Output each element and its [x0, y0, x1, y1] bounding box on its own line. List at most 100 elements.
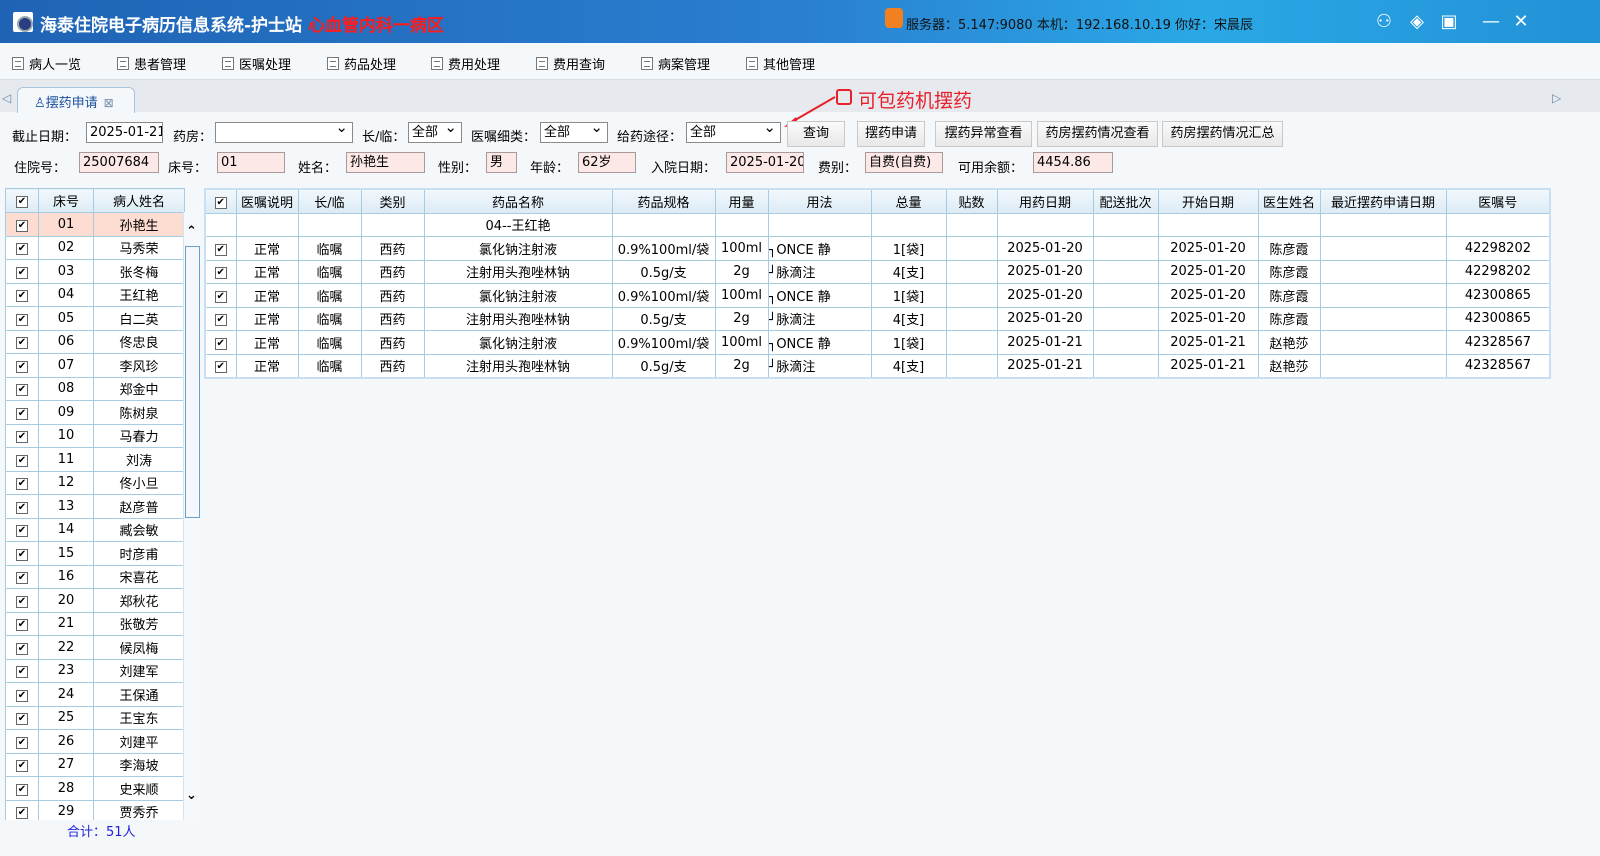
col-header[interactable]: 类别 [360, 188, 425, 214]
row-checkbox[interactable]: ✔ [5, 752, 39, 777]
row-checkbox[interactable]: ✔ [5, 564, 39, 589]
row-checkbox[interactable]: ✔ [5, 400, 39, 425]
row-checkbox[interactable]: ✔ [5, 705, 39, 730]
row-checkbox[interactable]: ✔ [5, 306, 39, 331]
row-checkbox[interactable]: ✔ [5, 541, 39, 566]
patient-row[interactable]: ✔ 13 赵彦普 [5, 494, 185, 519]
col-header[interactable]: 用法 [767, 188, 872, 214]
patient-row[interactable]: ✔ 29 贾秀乔 [5, 799, 185, 820]
select-all-checkbox[interactable]: ✔ [5, 188, 39, 213]
row-checkbox[interactable]: ✔ [5, 588, 39, 613]
row-checkbox[interactable]: ✔ [5, 658, 39, 683]
patient-row[interactable]: ✔ 21 张敬芳 [5, 611, 185, 636]
row-checkbox[interactable]: ✔ [204, 353, 237, 378]
patient-row[interactable]: ✔ 28 史来顺 [5, 776, 185, 801]
patient-row[interactable]: ✔ 03 张冬梅 [5, 259, 185, 284]
patient-row[interactable]: ✔ 25 王宝东 [5, 705, 185, 730]
row-checkbox[interactable]: ✔ [5, 376, 39, 401]
pharmacy-select[interactable] [215, 122, 353, 143]
scroll-up-icon[interactable]: ⌃ [186, 224, 197, 239]
menu-item-2[interactable]: 医嘱处理 [222, 54, 291, 73]
minimize-icon[interactable]: — [1480, 11, 1502, 33]
row-checkbox[interactable]: ✔ [5, 635, 39, 660]
row-checkbox[interactable]: ✔ [5, 799, 39, 820]
order-row[interactable]: ✔ 正常 临嘱 西药 氯化钠注射液 0.9%100ml/袋 100ml ┐ONCE 静 1[袋]… [204, 283, 1551, 308]
patient-row[interactable]: ✔ 15 时彦甫 [5, 541, 185, 566]
end-date-input[interactable]: 2025-01-21 [86, 122, 163, 143]
patient-row[interactable]: ✔ 01 孙艳生 [5, 212, 185, 237]
col-header[interactable]: 总量 [870, 188, 947, 214]
patient-list-scrollbar[interactable]: ⌃ ⌄ [183, 212, 200, 820]
route-select[interactable]: 全部 [686, 122, 781, 143]
col-header[interactable]: 开始日期 [1157, 188, 1259, 214]
long-temp-select[interactable]: 全部 [408, 122, 462, 143]
orders-select-all-checkbox[interactable]: ✔ [204, 188, 237, 214]
row-checkbox[interactable]: ✔ [5, 517, 39, 542]
patient-row[interactable]: ✔ 23 刘建军 [5, 658, 185, 683]
col-header[interactable]: 医嘱说明 [235, 188, 299, 214]
order-type-select[interactable]: 全部 [540, 122, 608, 143]
row-checkbox[interactable]: ✔ [5, 776, 39, 801]
row-checkbox[interactable]: ✔ [204, 330, 237, 355]
col-header[interactable]: 医嘱号 [1445, 188, 1551, 214]
user-switch-icon[interactable]: ⚇ [1373, 11, 1395, 33]
row-checkbox[interactable]: ✔ [5, 611, 39, 636]
close-icon[interactable]: ✕ [1510, 11, 1532, 33]
patient-row[interactable]: ✔ 12 佟小旦 [5, 470, 185, 495]
row-checkbox[interactable]: ✔ [5, 729, 39, 754]
scrollbar-thumb[interactable] [185, 246, 200, 518]
menu-item-1[interactable]: 患者管理 [117, 54, 186, 73]
order-row[interactable]: ✔ 正常 临嘱 西药 注射用头孢唑林钠 0.5g/支 2g ┘脉滴注 4[支] 2025-01-2… [204, 353, 1551, 378]
patient-row[interactable]: ✔ 06 佟忠良 [5, 329, 185, 354]
col-header[interactable]: 医生姓名 [1257, 188, 1321, 214]
patient-row[interactable]: ✔ 02 马秀荣 [5, 235, 185, 260]
tab-dispense-request[interactable]: ♙摆药申请 ⊠ [17, 87, 135, 113]
dispense-exception-button[interactable]: 摆药异常查看 [935, 121, 1032, 147]
query-button[interactable]: 查询 [787, 121, 845, 147]
row-checkbox[interactable]: ✔ [5, 329, 39, 354]
order-row[interactable]: ✔ 正常 临嘱 西药 氯化钠注射液 0.9%100ml/袋 100ml ┐ONCE 静 1[袋]… [204, 330, 1551, 355]
patient-row[interactable]: ✔ 27 李海坡 [5, 752, 185, 777]
patient-row[interactable]: ✔ 08 郑金中 [5, 376, 185, 401]
col-header[interactable]: 长/临 [297, 188, 362, 214]
menu-item-5[interactable]: 费用查询 [536, 54, 605, 73]
dispense-request-button[interactable]: 摆药申请 [857, 121, 925, 147]
patient-row[interactable]: ✔ 22 候凤梅 [5, 635, 185, 660]
tab-scroll-right-icon[interactable]: ▷ [1552, 91, 1561, 105]
row-checkbox[interactable]: ✔ [5, 682, 39, 707]
row-checkbox[interactable]: ✔ [5, 353, 39, 378]
col-header[interactable]: 贴数 [945, 188, 998, 214]
pharmacy-status-view-button[interactable]: 药房摆药情况查看 [1037, 121, 1158, 147]
menu-item-7[interactable]: 其他管理 [746, 54, 815, 73]
row-checkbox[interactable]: ✔ [5, 282, 39, 307]
col-header[interactable]: 用药日期 [996, 188, 1094, 214]
row-checkbox[interactable]: ✔ [5, 259, 39, 284]
row-checkbox[interactable]: ✔ [5, 494, 39, 519]
menu-item-0[interactable]: 病人一览 [12, 54, 81, 73]
col-header[interactable]: 药品名称 [423, 188, 613, 214]
pharmacy-status-summary-button[interactable]: 药房摆药情况汇总 [1162, 121, 1283, 147]
tab-close-icon[interactable]: ⊠ [104, 96, 114, 110]
col-header[interactable]: 药品规格 [611, 188, 716, 214]
order-row[interactable]: ✔ 正常 临嘱 西药 氯化钠注射液 0.9%100ml/袋 100ml ┐ONCE 静 1[袋]… [204, 236, 1551, 261]
patient-row[interactable]: ✔ 20 郑秋花 [5, 588, 185, 613]
patient-row[interactable]: ✔ 09 陈树泉 [5, 400, 185, 425]
menu-item-3[interactable]: 药品处理 [327, 54, 396, 73]
patient-row[interactable]: ✔ 05 白二英 [5, 306, 185, 331]
order-row[interactable]: ✔ 正常 临嘱 西药 注射用头孢唑林钠 0.5g/支 2g ┘脉滴注 4[支] 2025-01-2… [204, 306, 1551, 331]
row-checkbox[interactable]: ✔ [204, 259, 237, 284]
menu-item-6[interactable]: 病案管理 [641, 54, 710, 73]
row-checkbox[interactable]: ✔ [5, 470, 39, 495]
patient-row[interactable]: ✔ 04 王红艳 [5, 282, 185, 307]
tab-scroll-left-icon[interactable]: ◁ [2, 91, 11, 105]
row-checkbox[interactable]: ✔ [204, 306, 237, 331]
col-header[interactable]: 最近摆药申请日期 [1319, 188, 1447, 214]
patient-row[interactable]: ✔ 11 刘涛 [5, 447, 185, 472]
scroll-down-icon[interactable]: ⌄ [186, 788, 197, 803]
order-row[interactable]: ✔ 正常 临嘱 西药 注射用头孢唑林钠 0.5g/支 2g ┘脉滴注 4[支] 2025-01-2… [204, 259, 1551, 284]
patient-row[interactable]: ✔ 10 马春力 [5, 423, 185, 448]
menu-item-4[interactable]: 费用处理 [431, 54, 500, 73]
row-checkbox[interactable]: ✔ [204, 283, 237, 308]
row-checkbox[interactable]: ✔ [204, 236, 237, 261]
row-checkbox[interactable]: ✔ [5, 212, 39, 237]
